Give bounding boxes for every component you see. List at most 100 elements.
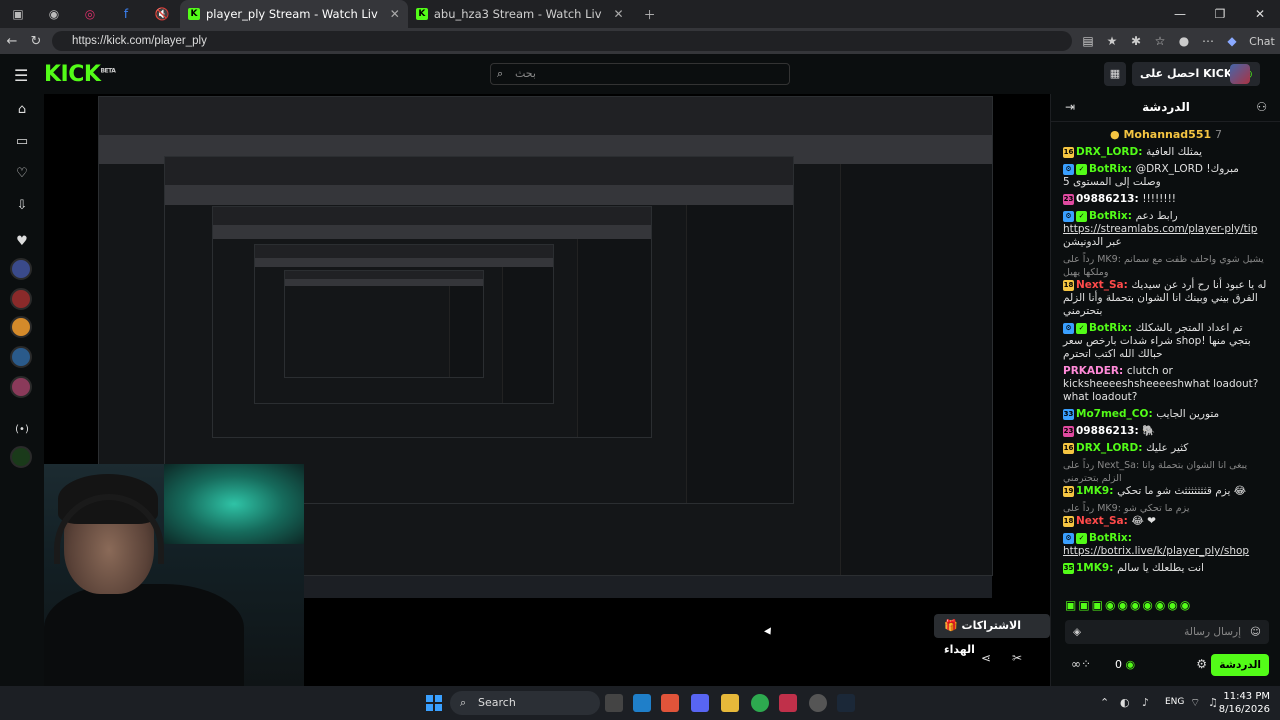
tab-player-ply[interactable]: K player_ply Stream - Watch Liv ✕ [180,0,408,28]
new-tab-icon[interactable]: ＋ [632,0,668,28]
chat-username[interactable]: Next_Sa [1076,279,1124,291]
browse-icon[interactable]: ▭ [12,132,32,152]
reader-icon[interactable]: ▤ [1076,28,1100,54]
reply-context[interactable]: رداً على Next_Sa: يبغى انا الشوان بتحملة… [1063,459,1267,485]
tab-abu-hza3[interactable]: K abu_hza3 Stream - Watch Liv ✕ [408,0,632,28]
reply-context[interactable]: رداً على MK9: يشيل شوي واحلف ظفت مع سمان… [1063,253,1267,279]
chat-message: ⚙ ✓ BotRix: https://botrix.live/k/player_p… [1063,532,1250,557]
search-input[interactable]: ⌕ بحث [490,63,790,85]
followed-channel-avatar[interactable] [10,316,32,338]
tray-chevron-icon[interactable]: ⌃ [1100,696,1109,709]
chat-username[interactable]: BotRix [1089,163,1128,175]
chat-message: 23 09886213: !!!!!!!! [1063,193,1176,205]
streaming-app-icon[interactable] [779,694,797,712]
video-player[interactable]: 🎁 الاشتراكات الهداء ⋖ ✂ [44,94,1050,686]
copilot-icon[interactable]: ◆ [1220,28,1244,54]
file-explorer-icon[interactable] [721,694,739,712]
kick-logo[interactable]: KICKBETA [44,62,116,87]
send-chat-button[interactable]: الدردشة [1211,654,1269,676]
chat-username[interactable]: PRKADER [1063,365,1119,377]
url-input[interactable]: https://kick.com/player_ply [52,31,1072,51]
taskbar-search[interactable]: ⌕ Search [450,691,600,715]
chat-username[interactable]: DRX_LORD [1076,146,1138,158]
mute-tab-icon[interactable]: 🔇 [144,0,180,28]
chat-badge: 35 [1063,562,1074,574]
chat-username[interactable]: Mo7med_CO [1076,408,1148,420]
followed-channel-avatar[interactable] [10,288,32,310]
extensions-icon[interactable]: ✱ [1124,28,1148,54]
maximize-icon[interactable]: ❐ [1200,0,1240,28]
facebook-tab-icon[interactable]: f [108,0,144,28]
chat-badge: 18 [1063,515,1074,527]
followed-channel-avatar[interactable] [10,346,32,368]
chat-message: PRKADER: clutch or kicksheeeeshsheeeeshw… [1063,365,1259,403]
infinity-icon[interactable]: ∞⁘ [1071,657,1091,671]
chat-link[interactable]: https://streamlabs.com/player-ply/tip [1063,223,1257,235]
kicks-balance[interactable]: 0 ◉ [1115,658,1135,671]
clip-icon[interactable]: ✂ [1012,651,1022,665]
instagram-tab-icon[interactable]: ◎ [72,0,108,28]
user-avatar[interactable] [1230,64,1250,84]
chat-username[interactable]: 09886213 [1076,425,1134,437]
wifi-icon[interactable]: ⌔ [1190,696,1200,710]
bookmark-star-icon[interactable]: ★ [1100,28,1124,54]
more-icon[interactable]: ⋯ [1196,28,1220,54]
chat-label[interactable]: Chat [1244,28,1280,54]
app-icon[interactable]: ▦ [1104,62,1126,86]
followed-channel-avatar[interactable] [10,446,32,468]
chat-message-input[interactable]: ◈ إرسال رسالة ☺ [1065,620,1269,644]
chat-username[interactable]: BotRix [1089,532,1128,544]
edge-icon[interactable] [633,694,651,712]
emoji-icon[interactable]: ☺ [1250,620,1261,644]
obs-icon[interactable] [809,694,827,712]
microphone-icon[interactable]: ♪ [1142,696,1149,709]
chat-link[interactable]: https://botrix.live/k/player_ply/shop [1063,545,1249,557]
followed-channel-avatar[interactable] [10,258,32,280]
emote-bar[interactable]: ▣▣▣◉◉◉◉◉◉◉ [1065,598,1275,614]
favorites-icon[interactable]: ☆ [1148,28,1172,54]
back-icon[interactable]: ← [0,28,24,54]
close-tab-icon[interactable]: ✕ [390,7,400,21]
followed-channel-avatar[interactable] [10,376,32,398]
reply-context[interactable]: رداً على MK9: يزم ما تحكي شو [1063,502,1267,515]
profile-icon[interactable]: ● [1172,28,1196,54]
chat-users-icon[interactable]: ⚇ [1256,100,1267,114]
chat-username[interactable]: BotRix [1089,322,1128,334]
subscriptions-tooltip[interactable]: 🎁 الاشتراكات الهداء [934,614,1050,656]
discord-icon[interactable] [691,694,709,712]
pinned-gifter[interactable]: ● Mohannad551 7 [1051,128,1280,141]
chrome-icon[interactable] [751,694,769,712]
chat-username[interactable]: 1MK9 [1076,485,1109,497]
volume-icon[interactable]: ♫ [1208,696,1218,709]
downloads-icon[interactable]: ⇩ [12,196,32,216]
chat-username[interactable]: 09886213 [1076,193,1134,205]
close-tab-icon[interactable]: ✕ [614,7,624,21]
chat-text: 😂 ❤ [1131,515,1156,527]
windows-start-icon[interactable] [426,695,442,711]
close-window-icon[interactable]: ✕ [1240,0,1280,28]
favorite-heart-icon[interactable]: ♥ [12,232,32,252]
share-icon[interactable]: ⋖ [981,651,991,665]
brave-icon[interactable] [661,694,679,712]
following-icon[interactable]: ♡ [12,164,32,184]
steam-icon[interactable] [837,694,855,712]
task-view-icon[interactable] [605,694,623,712]
chat-panel: ⇥ الدردشة ⚇ ● Mohannad551 7 16 DRX_LORD: … [1050,94,1280,686]
live-indicator-icon[interactable]: (•) [12,420,32,440]
tray-discord-icon[interactable]: ◐ [1120,696,1130,709]
menu-icon[interactable]: ☰ [14,66,28,85]
tab-icon-1[interactable]: ▣ [0,0,36,28]
chat-username[interactable]: BotRix [1089,210,1128,222]
chat-username[interactable]: Next_Sa [1076,515,1124,527]
chat-username[interactable]: 1MK9 [1076,562,1109,574]
chat-username[interactable]: DRX_LORD [1076,442,1138,454]
chat-text: رابط دعم [1135,210,1178,222]
minimize-icon[interactable]: — [1160,0,1200,28]
tab-icon-2[interactable]: ◉ [36,0,72,28]
settings-gear-icon[interactable]: ⚙ [1196,657,1207,671]
language-indicator[interactable]: ENG [1165,697,1184,707]
reload-icon[interactable]: ↻ [24,28,48,54]
coin-icon: ● [1110,128,1120,141]
system-clock[interactable]: 11:43 PM 8/16/2026 [1219,690,1270,716]
home-icon[interactable]: ⌂ [12,100,32,120]
